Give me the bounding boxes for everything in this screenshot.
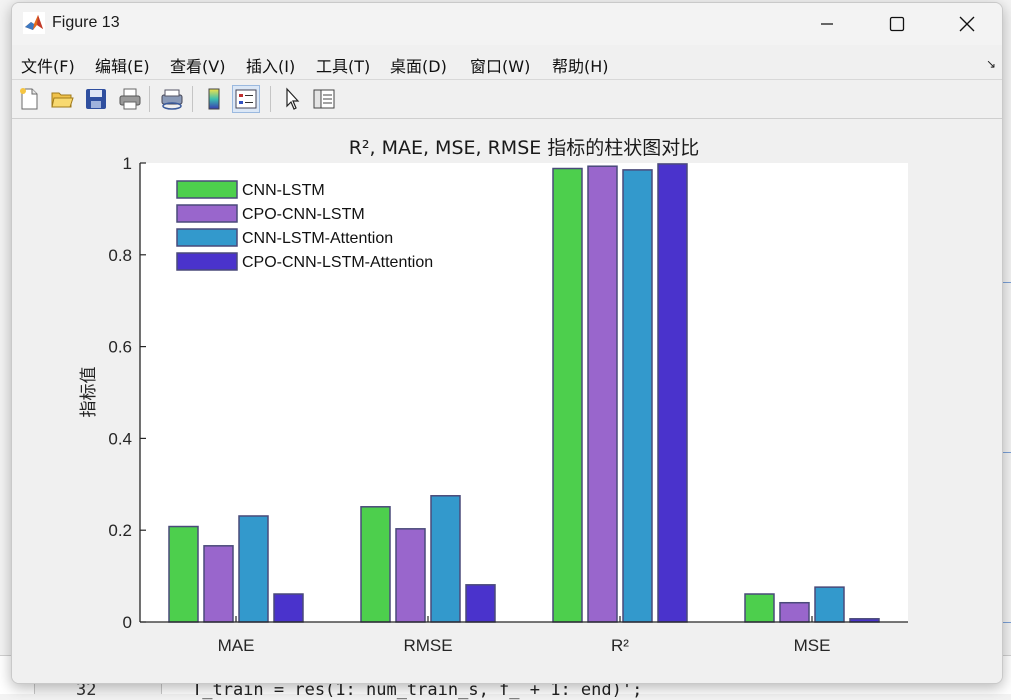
bar-cpo-cnn-lstm-0[interactable] xyxy=(203,545,234,623)
new-figure-button[interactable] xyxy=(15,85,43,113)
maximize-button[interactable] xyxy=(862,3,932,45)
open-file-button[interactable] xyxy=(48,85,76,113)
save-button[interactable] xyxy=(82,85,110,113)
x-tick-label: R² xyxy=(611,636,629,655)
matlab-logo-icon xyxy=(23,12,45,34)
bar-cpo-cnn-lstm-attention-0[interactable] xyxy=(273,593,304,623)
menu-bar: 文件(F) 编辑(E) 查看(V) 插入(I) 工具(T) 桌面(D) 窗口(W… xyxy=(12,45,1002,80)
bar-cnn-lstm-attention-1[interactable] xyxy=(430,495,461,623)
minimize-button[interactable] xyxy=(792,3,862,45)
menu-insert[interactable]: 插入(I) xyxy=(246,53,295,77)
x-tick-label: RMSE xyxy=(403,636,452,655)
close-button[interactable] xyxy=(932,3,1002,45)
y-tick-label: 0 xyxy=(123,613,132,632)
print-icon xyxy=(119,88,141,110)
legend-label[interactable]: CPO-CNN-LSTM xyxy=(242,206,365,223)
menu-tools[interactable]: 工具(T) xyxy=(316,53,370,77)
bar-cpo-cnn-lstm-attention-1[interactable] xyxy=(465,584,496,623)
property-editor-button[interactable] xyxy=(310,85,338,113)
y-tick-label: 1 xyxy=(123,154,132,173)
bar-cpo-cnn-lstm-attention-2[interactable] xyxy=(657,163,688,623)
bar-cnn-lstm-2[interactable] xyxy=(552,167,583,623)
print-preview-button[interactable] xyxy=(158,85,186,113)
y-tick-label: 0.4 xyxy=(108,429,132,448)
save-icon xyxy=(86,89,106,109)
legend-label[interactable]: CNN-LSTM xyxy=(242,182,325,199)
x-tick-label: MAE xyxy=(218,636,255,655)
legend-swatch[interactable] xyxy=(176,180,238,199)
new-figure-icon xyxy=(20,88,38,110)
print-preview-icon xyxy=(161,89,183,110)
chart-title: R², MAE, MSE, RMSE 指标的柱状图对比 xyxy=(349,137,700,159)
toolbar xyxy=(12,80,1002,119)
colorbar-icon xyxy=(208,88,220,110)
x-tick-label: MSE xyxy=(794,636,831,655)
menu-window[interactable]: 窗口(W) xyxy=(470,53,530,77)
bar-cnn-lstm-3[interactable] xyxy=(744,593,775,623)
minimize-icon xyxy=(821,23,833,25)
menu-help[interactable]: 帮助(H) xyxy=(552,53,609,77)
pointer-button[interactable] xyxy=(278,85,306,113)
legend-label[interactable]: CPO-CNN-LSTM-Attention xyxy=(242,254,433,271)
property-editor-icon xyxy=(313,89,335,109)
legend-icon xyxy=(235,89,257,109)
menu-desktop[interactable]: 桌面(D) xyxy=(390,53,447,77)
toolbar-separator xyxy=(192,86,193,112)
pointer-icon xyxy=(286,87,300,110)
bar-cnn-lstm-attention-2[interactable] xyxy=(622,169,653,623)
legend-label[interactable]: CNN-LSTM-Attention xyxy=(242,230,393,247)
print-button[interactable] xyxy=(116,85,144,113)
dock-arrow-icon[interactable]: ↘ xyxy=(986,57,996,71)
y-tick-label: 0.8 xyxy=(108,246,132,265)
legend-swatch[interactable] xyxy=(176,252,238,271)
y-tick-label: 0.2 xyxy=(108,521,132,540)
colorbar-button[interactable] xyxy=(200,85,228,113)
bar-cnn-lstm-0[interactable] xyxy=(168,525,199,623)
toolbar-separator xyxy=(270,86,271,112)
menu-file[interactable]: 文件(F) xyxy=(21,53,75,77)
menu-view[interactable]: 查看(V) xyxy=(170,53,225,77)
close-icon xyxy=(959,16,975,32)
open-file-icon xyxy=(51,92,74,108)
legend-swatch[interactable] xyxy=(176,204,238,223)
bar-cnn-lstm-attention-3[interactable] xyxy=(814,586,845,623)
legend-swatch[interactable] xyxy=(176,228,238,247)
window-title: Figure 13 xyxy=(52,14,120,31)
bar-cpo-cnn-lstm-3[interactable] xyxy=(779,601,810,623)
menu-edit[interactable]: 编辑(E) xyxy=(95,53,150,77)
y-axis-label: 指标值 xyxy=(79,367,99,418)
bar-cpo-cnn-lstm-1[interactable] xyxy=(395,528,426,623)
toolbar-separator xyxy=(149,86,150,112)
figure-window: Figure 13 文件(F) 编辑(E) 查看(V) 插入(I) 工具(T) … xyxy=(11,2,1003,684)
bar-cnn-lstm-1[interactable] xyxy=(360,506,391,623)
legend-button[interactable] xyxy=(232,85,260,113)
bar-chart[interactable]: R², MAE, MSE, RMSE 指标的柱状图对比 指标值 0 0.2 0.4 0… xyxy=(12,119,1002,683)
title-bar[interactable]: Figure 13 xyxy=(12,3,1002,45)
y-tick-label: 0.6 xyxy=(108,338,132,357)
bar-cnn-lstm-attention-0[interactable] xyxy=(238,515,269,623)
bar-cpo-cnn-lstm-2[interactable] xyxy=(587,165,618,623)
figure-canvas[interactable]: R², MAE, MSE, RMSE 指标的柱状图对比 指标值 0 0.2 0.4 0… xyxy=(12,119,1002,683)
maximize-icon xyxy=(889,16,905,32)
